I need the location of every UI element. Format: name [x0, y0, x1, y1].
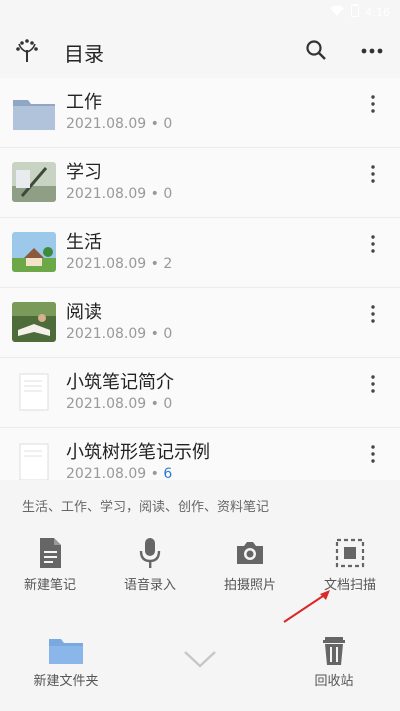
camera-icon	[234, 536, 266, 570]
document-thumbnail-icon	[12, 372, 56, 412]
item-name: 小筑树形笔记示例	[66, 442, 210, 463]
item-name: 小筑笔记简介	[66, 372, 174, 393]
item-name: 生活	[66, 232, 102, 253]
item-meta: 2021.08.09 • 2	[66, 256, 173, 272]
more-options-icon[interactable]	[360, 40, 384, 62]
tags-hint: 生活、工作、学习，阅读、创作、资料笔记	[22, 500, 270, 515]
search-icon[interactable]	[304, 38, 328, 62]
quick-create-sheet: 生活、工作、学习，阅读、创作、资料笔记 新建笔记 语音录入 拍摄照片 文档扫描	[0, 480, 400, 711]
document-icon	[34, 536, 66, 570]
chevron-down-icon[interactable]	[182, 648, 218, 670]
battery-icon	[351, 4, 360, 20]
microphone-icon	[134, 536, 166, 570]
new-note-button[interactable]: 新建笔记	[0, 536, 100, 596]
voice-input-button[interactable]: 语音录入	[100, 536, 200, 596]
item-menu-icon[interactable]	[366, 304, 380, 324]
list-item[interactable]: 生活 2021.08.09 • 2	[0, 218, 400, 288]
list-item[interactable]: 学习 2021.08.09 • 0	[0, 148, 400, 218]
item-meta: 2021.08.09 • 6	[66, 466, 173, 480]
new-folder-button[interactable]: 新建文件夹	[16, 630, 116, 690]
item-meta: 2021.08.09 • 0	[66, 116, 173, 132]
app-bar: 目录	[0, 26, 400, 78]
list-item[interactable]: 工作 2021.08.09 • 0	[0, 78, 400, 148]
list-item[interactable]: 小筑树形笔记示例 2021.08.09 • 6	[0, 428, 400, 480]
page-title: 目录	[64, 42, 104, 66]
bottom-row: 新建文件夹 回收站	[0, 630, 400, 700]
recycle-bin-label: 回收站	[314, 674, 354, 689]
item-meta: 2021.08.09 • 0	[66, 326, 173, 342]
status-bar: 4:16	[0, 0, 400, 26]
voice-input-label: 语音录入	[123, 578, 176, 593]
folder-icon	[12, 92, 56, 132]
new-note-label: 新建笔记	[23, 578, 76, 593]
action-row: 新建笔记 语音录入 拍摄照片 文档扫描	[0, 536, 400, 596]
life-folder-thumbnail	[12, 232, 56, 272]
item-name: 学习	[66, 162, 102, 183]
item-menu-icon[interactable]	[366, 94, 380, 114]
wifi-icon	[329, 5, 345, 20]
item-meta: 2021.08.09 • 0	[66, 396, 173, 412]
item-meta: 2021.08.09 • 0	[66, 186, 173, 202]
recycle-bin-button[interactable]: 回收站	[284, 630, 384, 690]
list-item[interactable]: 小筑笔记简介 2021.08.09 • 0	[0, 358, 400, 428]
list-item[interactable]: 阅读 2021.08.09 • 0	[0, 288, 400, 358]
item-menu-icon[interactable]	[366, 164, 380, 184]
item-menu-icon[interactable]	[366, 444, 380, 464]
status-time: 4:16	[365, 5, 390, 19]
item-name: 阅读	[66, 302, 102, 323]
item-menu-icon[interactable]	[366, 374, 380, 394]
document-thumbnail-icon	[12, 442, 56, 480]
trash-icon	[316, 636, 352, 666]
reading-folder-thumbnail	[12, 302, 56, 342]
scan-icon	[334, 536, 366, 570]
folder-icon	[48, 636, 84, 666]
study-folder-thumbnail	[12, 162, 56, 202]
new-folder-label: 新建文件夹	[33, 674, 99, 689]
directory-list: 工作 2021.08.09 • 0 学习 2021.08.09 • 0 生活 2…	[0, 78, 400, 480]
tree-logo-icon	[14, 38, 40, 64]
annotation-arrow-icon	[280, 586, 336, 626]
item-menu-icon[interactable]	[366, 234, 380, 254]
item-name: 工作	[66, 92, 102, 113]
